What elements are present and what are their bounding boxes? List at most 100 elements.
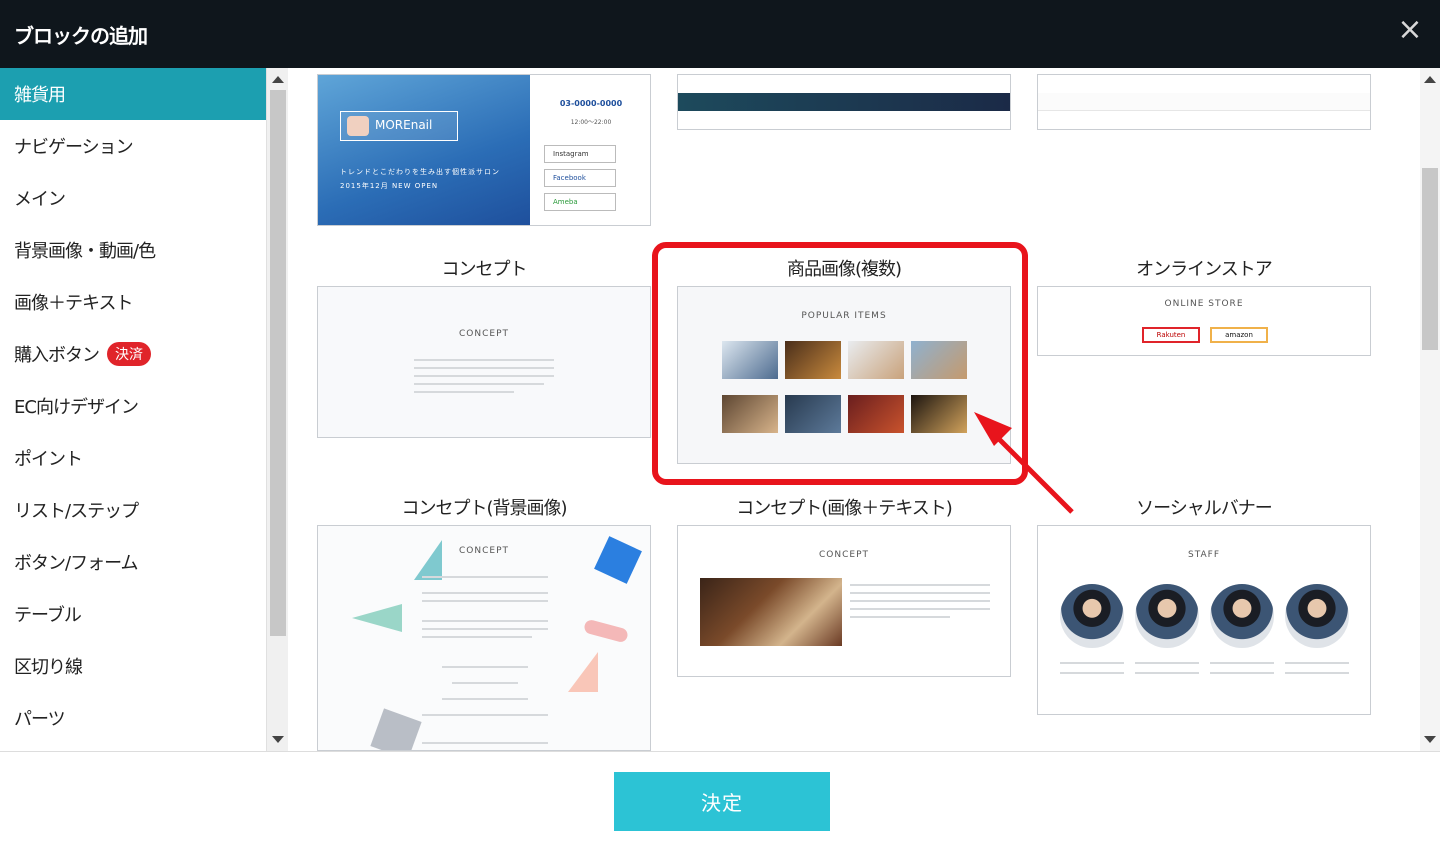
dialog-header: ブロックの追加 × [0, 0, 1440, 68]
sidebar-item-point[interactable]: ポイント [0, 432, 266, 484]
hero-tagline: トレンドとこだわりを生み出す個性派サロン [340, 168, 500, 176]
sidebar-item-background[interactable]: 背景画像・動画/色 [0, 224, 266, 276]
sidebar-item-label: EC向けデザイン [14, 397, 139, 418]
text-line [422, 714, 548, 716]
sidebar-item-label: ポイント [14, 449, 83, 470]
ameba-button: Ameba [544, 193, 616, 211]
sidebar-item-main[interactable]: メイン [0, 172, 266, 224]
text-line [422, 600, 548, 602]
payment-badge: 決済 [107, 342, 151, 366]
sidebar-item-button-form[interactable]: ボタン/フォーム [0, 536, 266, 588]
sidebar-item-label: 区切り線 [14, 657, 83, 678]
block-card-main-hero[interactable]: MOREnail トレンドとこだわりを生み出す個性派サロン 2015年12月 N… [317, 74, 651, 226]
confirm-button[interactable]: 決定 [614, 772, 830, 831]
scroll-down-arrow-icon[interactable] [1424, 736, 1436, 743]
online-store-heading: ONLINE STORE [1164, 299, 1244, 309]
block-card-social-banner[interactable]: STAFF [1037, 525, 1371, 715]
text-line [850, 600, 990, 602]
block-card-concept[interactable]: CONCEPT [317, 286, 651, 438]
text-line [1285, 662, 1349, 664]
sidebar-item-list-step[interactable]: リスト/ステップ [0, 484, 266, 536]
sidebar-item-label: ボタン/フォーム [14, 553, 139, 574]
text-line [422, 592, 548, 594]
gallery-scrollbar[interactable] [1420, 68, 1440, 751]
scrollbar-thumb[interactable] [1422, 168, 1438, 350]
text-line [1285, 672, 1349, 674]
block-card-concept-bg[interactable]: CONCEPT [317, 525, 651, 751]
sidebar-item-navigation[interactable]: ナビゲーション [0, 120, 266, 172]
block-label-concept-bg: コンセプト(背景画像) [401, 498, 567, 519]
sidebar-item-label: 購入ボタン [14, 345, 100, 366]
deco-triangle [352, 604, 402, 632]
facebook-button: Facebook [544, 169, 616, 187]
text-line [850, 608, 990, 610]
text-line [414, 359, 554, 361]
sidebar-item-label: 画像＋テキスト [14, 293, 133, 314]
highlight-box [652, 242, 1028, 485]
sidebar-item-purchase-button[interactable]: 購入ボタン 決済 [0, 328, 266, 380]
deco-square [370, 708, 422, 750]
text-line [422, 576, 548, 578]
hero-side-panel: 03-0000-0000 12:00〜22:00 Instagram Faceb… [530, 75, 650, 225]
sidebar-item-zakka[interactable]: 雑貨用 [0, 68, 266, 120]
sidebar-item-divider[interactable]: 区切り線 [0, 640, 266, 692]
sidebar-item-label: 背景画像・動画/色 [14, 241, 156, 262]
block-label-concept-img-text: コンセプト(画像＋テキスト) [736, 498, 953, 519]
sidebar-item-parts[interactable]: パーツ [0, 692, 266, 744]
hero-hours: 12:00〜22:00 [570, 119, 612, 126]
deco-square [594, 536, 642, 584]
sidebar-item-label: パーツ [14, 709, 66, 730]
sidebar-item-ec-design[interactable]: EC向けデザイン [0, 380, 266, 432]
text-line [1210, 672, 1274, 674]
concept-photo [700, 578, 842, 646]
concept-heading: CONCEPT [459, 329, 509, 339]
scrollbar-thumb[interactable] [270, 90, 286, 636]
text-line [1210, 662, 1274, 664]
sidebar-item-table[interactable]: テーブル [0, 588, 266, 640]
block-card-online-store[interactable]: ONLINE STORE Rakuten amazon [1037, 286, 1371, 356]
text-line [414, 367, 554, 369]
light-header-bar [1038, 93, 1370, 111]
sidebar-item-image-text[interactable]: 画像＋テキスト [0, 276, 266, 328]
dialog-title: ブロックの追加 [14, 24, 148, 48]
close-icon[interactable]: × [1394, 14, 1426, 46]
block-card-concept-img-text[interactable]: CONCEPT [677, 525, 1011, 677]
text-line [414, 391, 514, 393]
concept-bg-heading: CONCEPT [459, 546, 509, 556]
scroll-down-arrow-icon[interactable] [272, 736, 284, 743]
text-line [422, 636, 532, 638]
text-line [1060, 662, 1124, 664]
instagram-button: Instagram [544, 145, 616, 163]
deco-triangle [568, 652, 598, 692]
text-line [442, 666, 528, 668]
block-card-header-light[interactable] [1037, 74, 1371, 130]
block-label-concept: コンセプト [441, 259, 528, 280]
rakuten-button: Rakuten [1142, 327, 1200, 343]
hero-background [318, 75, 530, 225]
scroll-up-arrow-icon[interactable] [1424, 76, 1436, 83]
text-line [422, 628, 548, 630]
block-card-header-dark[interactable] [677, 74, 1011, 130]
text-line [422, 742, 548, 744]
sidebar-item-label: リスト/ステップ [14, 501, 139, 522]
brand-box: MOREnail [340, 111, 458, 141]
sidebar-item-label: 雑貨用 [14, 85, 66, 106]
staff-avatar [1060, 584, 1124, 648]
text-line [442, 698, 528, 700]
text-line [452, 682, 518, 684]
block-label-online-store: オンラインストア [1136, 259, 1273, 280]
text-line [1135, 672, 1199, 674]
staff-avatar [1285, 584, 1349, 648]
text-line [1060, 672, 1124, 674]
sidebar-scrollbar[interactable] [266, 68, 288, 751]
dialog-footer: 決定 [0, 751, 1440, 845]
hero-opening: 2015年12月 NEW OPEN [340, 182, 439, 190]
amazon-button: amazon [1210, 327, 1268, 343]
text-line [422, 620, 548, 622]
scroll-up-arrow-icon[interactable] [272, 76, 284, 83]
text-line [850, 584, 990, 586]
concept-img-heading: CONCEPT [819, 550, 869, 560]
staff-avatar [1135, 584, 1199, 648]
nail-icon [347, 116, 369, 136]
brand-name: MOREnail [375, 118, 433, 132]
